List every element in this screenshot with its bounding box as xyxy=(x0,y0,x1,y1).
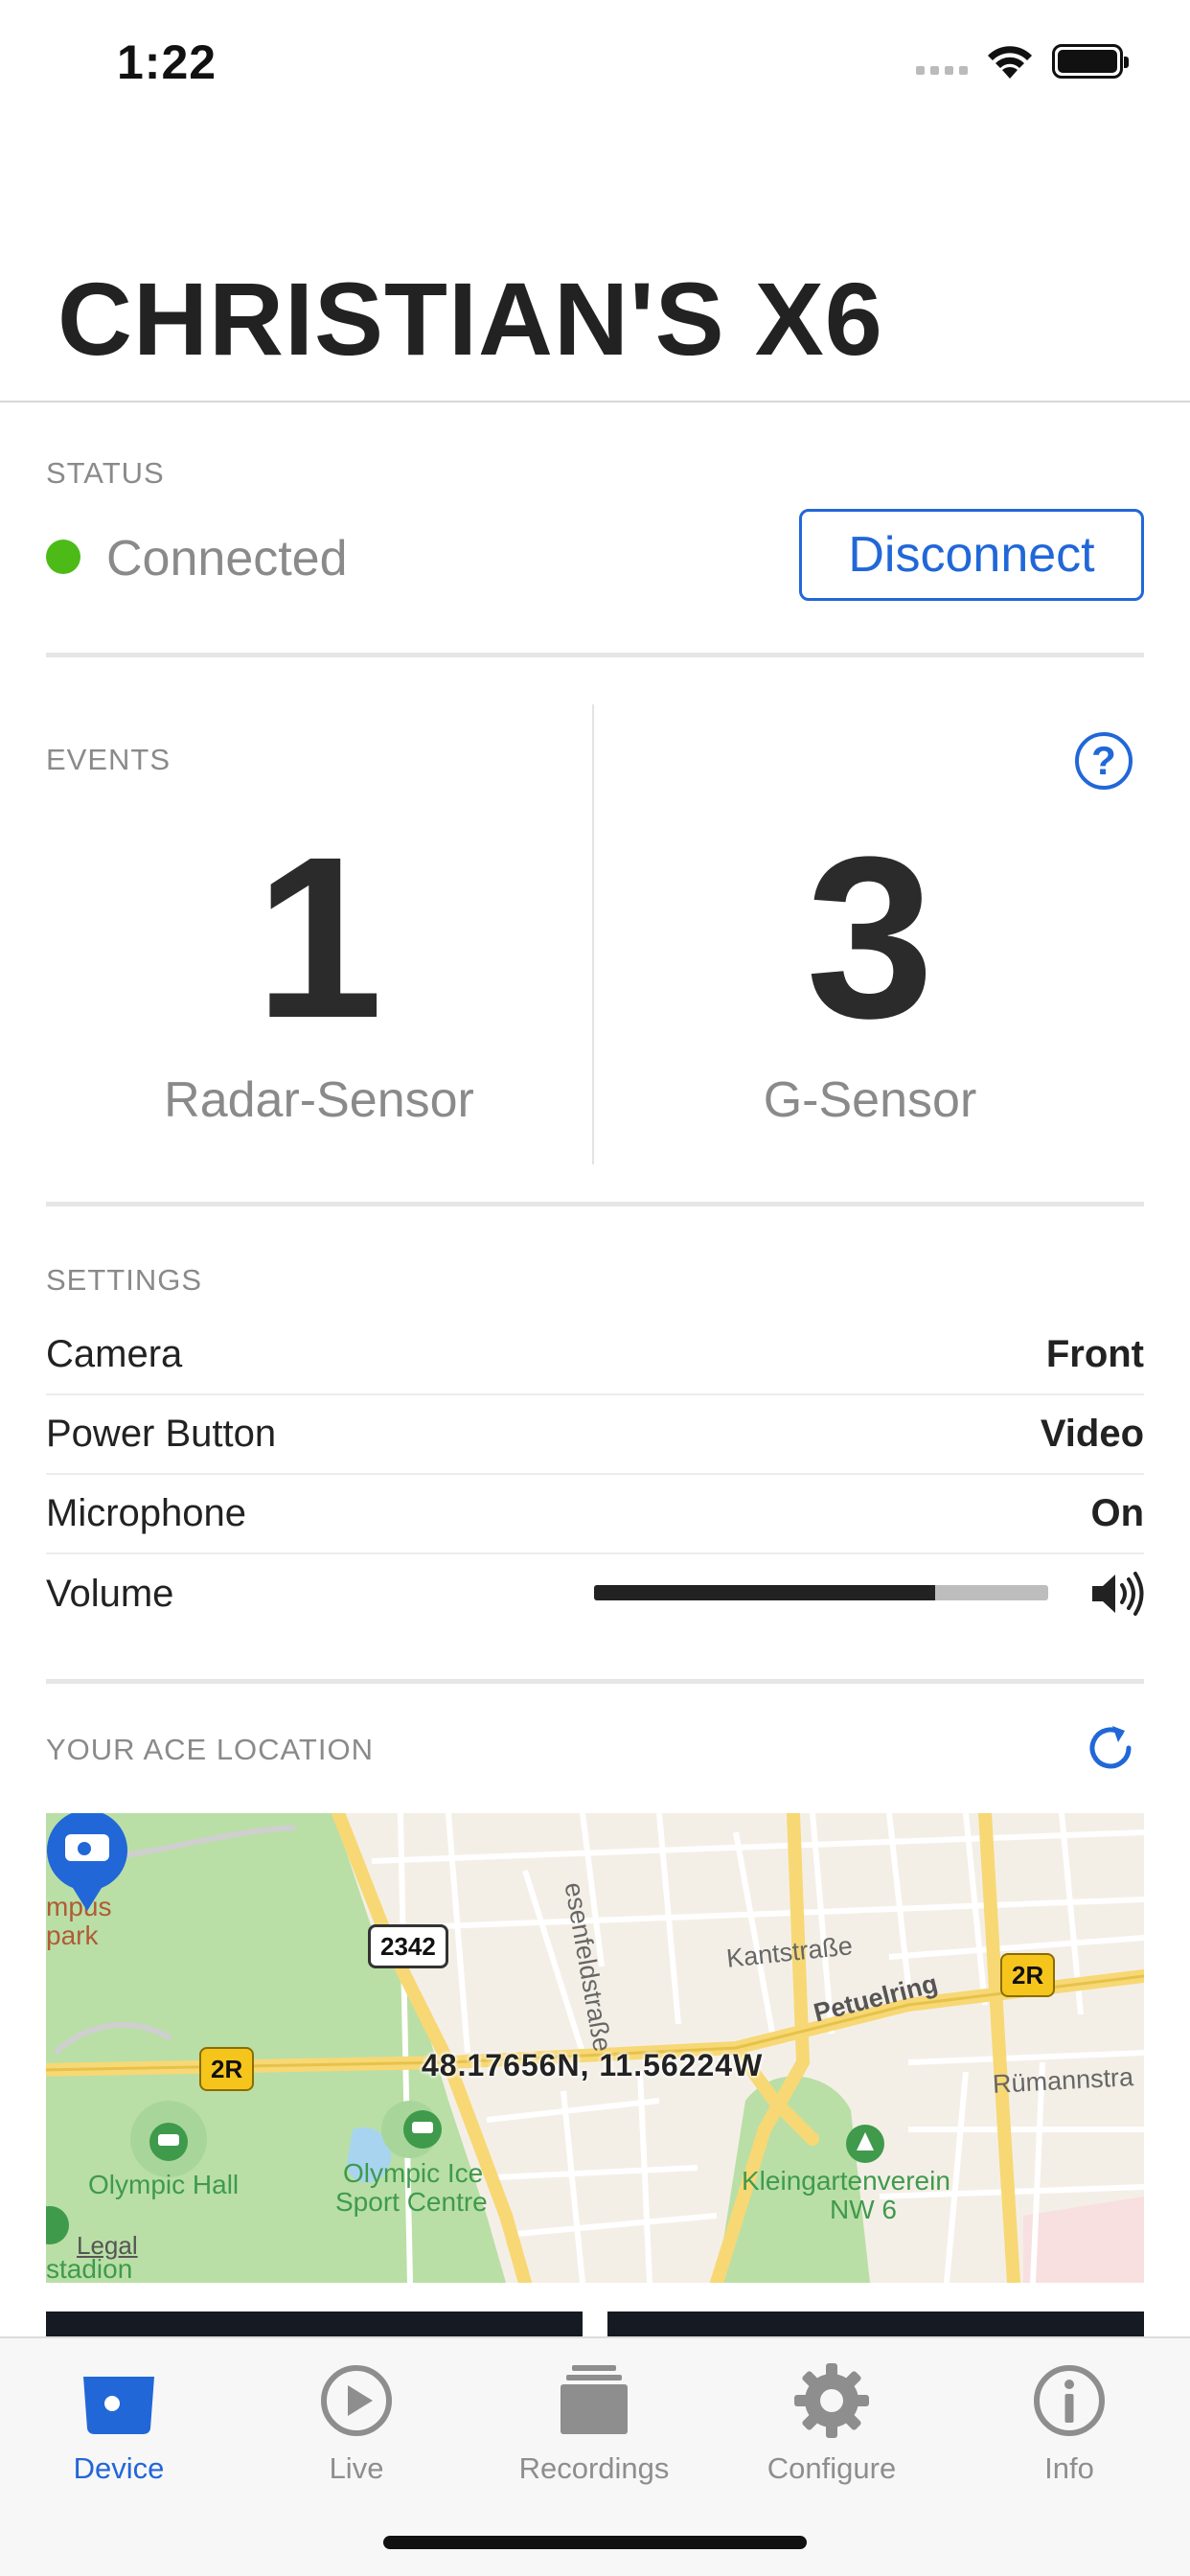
header-divider xyxy=(0,401,1190,402)
info-circle-icon xyxy=(1034,2365,1105,2436)
map-label-kleingarten: Kleingartenverein xyxy=(742,2166,950,2196)
tab-configure[interactable]: Configure xyxy=(713,2358,950,2501)
battery-icon xyxy=(1052,44,1129,79)
setting-value: On xyxy=(1090,1492,1144,1534)
section-divider xyxy=(46,653,1144,657)
map-legal-link[interactable]: Legal xyxy=(77,2231,138,2261)
setting-row-power-button[interactable]: Power Button Video xyxy=(46,1395,1144,1475)
tab-recordings[interactable]: Recordings xyxy=(475,2358,713,2501)
tab-device[interactable]: Device xyxy=(0,2358,238,2501)
setting-value: Video xyxy=(1040,1413,1144,1455)
tab-live[interactable]: Live xyxy=(238,2358,475,2501)
gear-icon xyxy=(794,2363,869,2438)
setting-key: Camera xyxy=(46,1333,183,1375)
status-icons xyxy=(916,42,1129,80)
settings-section-label: SETTINGS xyxy=(46,1263,203,1297)
map-label-ice-centre-2: Sport Centre xyxy=(335,2187,488,2217)
tab-label: Configure xyxy=(767,2451,897,2485)
setting-key: Power Button xyxy=(46,1413,277,1455)
clock: 1:22 xyxy=(117,35,217,89)
play-circle-icon xyxy=(321,2365,392,2436)
section-divider xyxy=(46,1202,1144,1207)
volume-slider-fill xyxy=(594,1585,935,1600)
tab-label: Live xyxy=(329,2451,384,2485)
map-road-shield: 2342 xyxy=(368,1924,448,1968)
gsensor-event-count: 3 xyxy=(806,809,934,1066)
setting-key: Volume xyxy=(46,1573,174,1615)
map-road-shield: 2R xyxy=(199,2047,255,2091)
radar-event-count: 1 xyxy=(255,809,383,1066)
section-divider xyxy=(46,1679,1144,1684)
wifi-icon xyxy=(988,46,1032,79)
map-road-shield: 2R xyxy=(1000,1953,1056,1997)
tab-info[interactable]: Info xyxy=(950,2358,1188,2501)
volume-slider[interactable] xyxy=(594,1585,1048,1600)
device-icon xyxy=(83,2377,154,2434)
connection-status-text: Connected xyxy=(106,531,348,586)
question-circle-icon[interactable]: ? xyxy=(1075,732,1133,790)
refresh-icon[interactable] xyxy=(1083,1720,1138,1776)
gsensor-label: G-Sensor xyxy=(763,1072,977,1128)
tab-label: Device xyxy=(73,2451,165,2485)
tab-label: Recordings xyxy=(518,2451,670,2485)
home-indicator[interactable] xyxy=(383,2536,807,2549)
map-label-ice-centre: Olympic Ice xyxy=(343,2158,484,2188)
location-map[interactable]: mpus park Olympic Hall Olympic Ice Sport… xyxy=(46,1813,1144,2283)
page-title: CHRISTIAN'S X6 xyxy=(57,261,883,377)
events-section-label: EVENTS xyxy=(46,743,172,776)
disconnect-button[interactable]: Disconnect xyxy=(799,509,1144,601)
location-section-label: YOUR ACE LOCATION xyxy=(46,1733,374,1766)
setting-row-camera[interactable]: Camera Front xyxy=(46,1316,1144,1395)
map-label-olympic-hall: Olympic Hall xyxy=(88,2170,240,2199)
status-bar: 1:22 xyxy=(0,0,1190,134)
setting-value: Front xyxy=(1045,1333,1144,1375)
map-label-campus-park: park xyxy=(46,1920,99,1950)
speaker-icon[interactable] xyxy=(1090,1570,1144,1618)
connection-status-dot xyxy=(46,540,80,574)
map-pin-icon[interactable] xyxy=(46,1813,128,1913)
setting-row-microphone[interactable]: Microphone On xyxy=(46,1475,1144,1554)
radar-sensor-label: Radar-Sensor xyxy=(164,1072,474,1128)
map-coordinates: 48.17656N, 11.56224W xyxy=(422,2048,764,2082)
cellular-signal-icon xyxy=(916,65,968,75)
status-section-label: STATUS xyxy=(46,456,165,490)
setting-key: Microphone xyxy=(46,1492,247,1534)
events-divider xyxy=(592,704,594,1164)
tab-label: Info xyxy=(1044,2451,1094,2485)
map-label-kleingarten-2: NW 6 xyxy=(830,2195,897,2224)
recordings-stack-icon xyxy=(561,2365,628,2434)
